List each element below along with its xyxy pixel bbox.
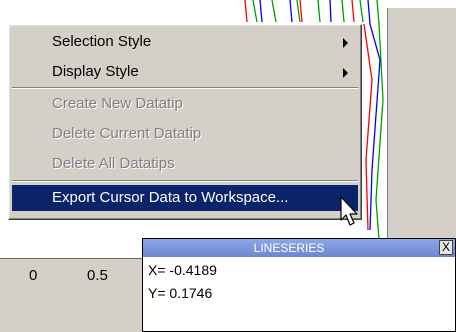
menu-item-delete-all-datatips[interactable]: Delete All Datatips: [12, 151, 358, 177]
menu-item-label: Selection Style: [52, 33, 152, 50]
menu-item-label: Delete All Datatips: [52, 155, 175, 172]
datatip-x-value: X= -0.4189: [148, 262, 217, 278]
x-tick-label-0.5: 0.5: [87, 267, 108, 284]
datatip-title: LINESERIES: [253, 241, 325, 255]
menu-item-label: Delete Current Datatip: [52, 125, 202, 142]
datatip-titlebar[interactable]: LINESERIES X: [143, 239, 455, 257]
datatip-window: LINESERIES X X= -0.4189 Y= 0.1746: [142, 238, 456, 332]
submenu-arrow-icon: [343, 38, 348, 48]
menu-item-display-style[interactable]: Display Style: [12, 59, 358, 85]
submenu-arrow-icon: [343, 68, 348, 78]
mouse-pointer-icon: [340, 196, 358, 226]
menu-item-export-cursor-data[interactable]: Export Cursor Data to Workspace...: [12, 185, 358, 211]
menu-separator: [12, 180, 358, 182]
context-menu: Selection Style Display Style Create New…: [8, 24, 362, 220]
datatip-close-button[interactable]: X: [439, 240, 453, 255]
datatip-y-value: Y= 0.1746: [148, 285, 213, 301]
menu-separator: [12, 87, 358, 89]
menu-item-delete-current-datatip[interactable]: Delete Current Datatip: [12, 121, 358, 147]
x-tick-label-0: 0: [29, 267, 38, 284]
menu-item-label: Export Cursor Data to Workspace...: [52, 189, 289, 206]
menu-item-label: Display Style: [52, 63, 139, 80]
menu-item-create-new-datatip[interactable]: Create New Datatip: [12, 91, 358, 117]
menu-item-selection-style[interactable]: Selection Style: [12, 29, 358, 55]
menu-item-label: Create New Datatip: [52, 95, 183, 112]
x-axis-strip: 0 0.5: [0, 258, 150, 332]
